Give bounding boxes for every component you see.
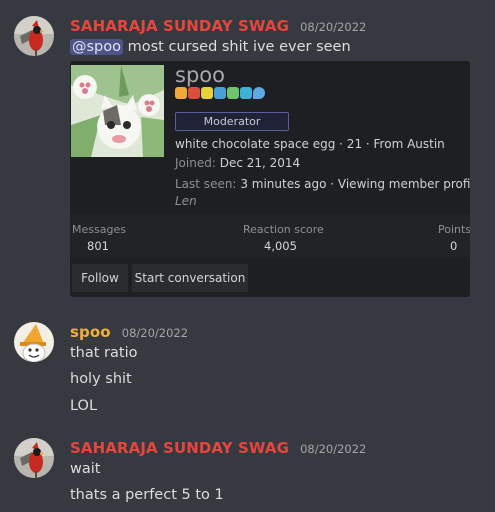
- wizard-avatar[interactable]: [14, 322, 54, 362]
- cardinal-avatar[interactable]: [14, 16, 54, 56]
- cardinal-avatar[interactable]: [14, 438, 54, 478]
- last-seen-value: 3 minutes ago · Viewing member profile: [240, 177, 470, 191]
- badge-icon: [227, 87, 239, 99]
- start-conversation-button[interactable]: Start conversation: [132, 264, 248, 292]
- profile-embed: spoo Moderator white chocolate space egg…: [70, 61, 470, 297]
- role-badge: Moderator: [175, 112, 289, 131]
- badge-icon: [188, 87, 200, 99]
- author-name[interactable]: SAHARAJA SUNDAY SWAG: [70, 17, 289, 35]
- message-text: @spoo most cursed shit ive ever seen: [70, 39, 351, 55]
- reaction-stat-label: Reaction score: [243, 223, 324, 236]
- profile-name[interactable]: spoo: [175, 63, 225, 87]
- profile-stats: Messages 801 Reaction score 4,005 Points…: [70, 214, 470, 259]
- badge-icon: [175, 87, 187, 99]
- message-line: wait: [70, 461, 101, 477]
- joined-value: Dec 21, 2014: [219, 156, 301, 170]
- timestamp: 08/20/2022: [300, 20, 367, 34]
- messages-stat-label: Messages: [72, 223, 126, 236]
- author-name[interactable]: SAHARAJA SUNDAY SWAG: [70, 439, 289, 457]
- user-mention[interactable]: @spoo: [70, 39, 124, 55]
- joined-row: Joined: Dec 21, 2014: [175, 156, 300, 170]
- droplet-icon: [253, 87, 265, 99]
- message-line: that ratio: [70, 345, 138, 361]
- badge-icon: [240, 87, 252, 99]
- points-stat-value[interactable]: 0: [450, 239, 457, 253]
- points-stat-label: Points: [438, 223, 470, 236]
- message-line: thats a perfect 5 to 1: [70, 487, 224, 503]
- profile-bio: white chocolate space egg · 21 · From Au…: [175, 137, 445, 151]
- badge-icon: [201, 87, 213, 99]
- last-seen-label: Last seen:: [175, 177, 237, 191]
- messages-stat-value[interactable]: 801: [87, 239, 109, 253]
- message-line: LOL: [70, 398, 98, 414]
- timestamp: 08/20/2022: [300, 442, 367, 456]
- follow-button[interactable]: Follow: [72, 264, 128, 292]
- profile-subline: Len: [175, 194, 197, 208]
- author-name[interactable]: spoo: [70, 323, 111, 341]
- reaction-stat-value[interactable]: 4,005: [264, 239, 297, 253]
- trophy-badges: [175, 87, 266, 101]
- profile-picture: [71, 65, 164, 157]
- joined-label: Joined:: [175, 156, 216, 170]
- last-seen-row: Last seen: 3 minutes ago · Viewing membe…: [175, 177, 470, 191]
- timestamp: 08/20/2022: [121, 326, 189, 340]
- message-content: most cursed shit ive ever seen: [123, 39, 351, 55]
- badge-icon: [214, 87, 226, 99]
- message-line: holy shit: [70, 371, 132, 387]
